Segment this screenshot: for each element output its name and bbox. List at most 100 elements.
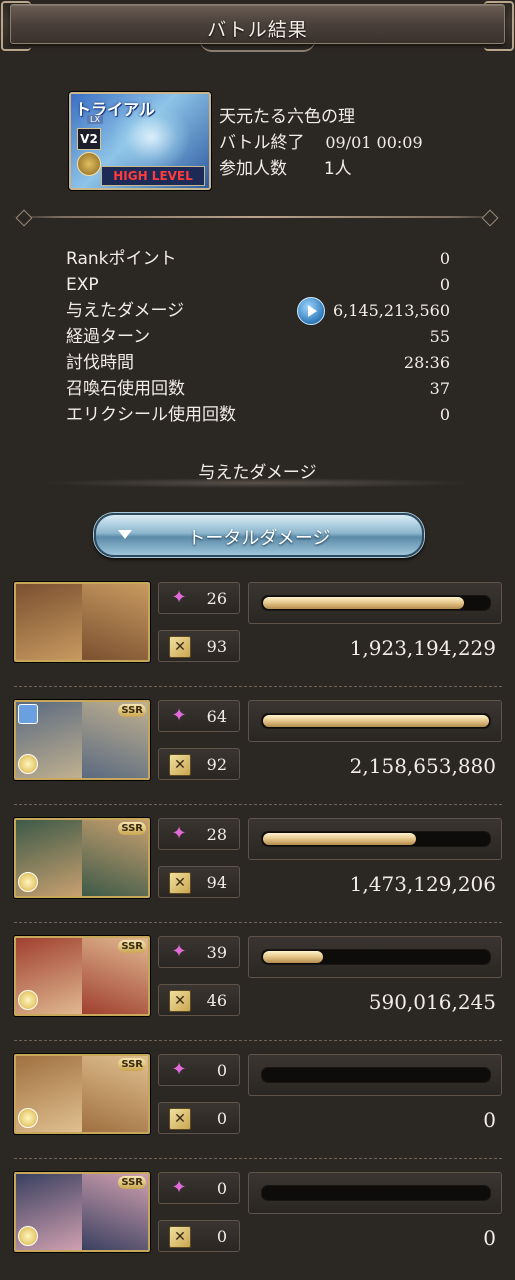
crossed-swords-icon: ✕: [169, 1226, 191, 1248]
stat-value: 0: [439, 405, 450, 424]
damage-bar: [248, 818, 502, 860]
stat-value: 55: [429, 327, 450, 346]
banner-v2-label: V2: [77, 128, 101, 150]
battle-end-value: 09/01 00:09: [325, 133, 423, 152]
stat-row-damage: 与えたダメージ 6,145,213,560: [66, 297, 450, 325]
element-icon: [18, 872, 38, 892]
star-icon: ✦: [171, 1177, 187, 1198]
stat-value: 0: [439, 275, 450, 294]
crossed-swords-icon: ✕: [169, 754, 191, 776]
stat-value: 0: [439, 249, 450, 268]
badge-icon: [77, 152, 101, 176]
star-stat: ✦ 28: [158, 818, 240, 850]
character-portrait[interactable]: SSR: [14, 1172, 150, 1252]
crossed-swords-icon: ✕: [169, 990, 191, 1012]
damage-value: 1,923,194,229: [349, 636, 496, 660]
rarity-badge: SSR: [118, 822, 146, 835]
star-icon: ✦: [171, 705, 187, 726]
row-separator: [14, 922, 502, 923]
quest-banner[interactable]: トライアル LX V2 HIGH LEVEL: [69, 92, 211, 190]
participants-label: 参加人数: [219, 159, 287, 179]
play-icon[interactable]: [296, 297, 325, 325]
header-ornament: [200, 40, 315, 52]
character-portrait[interactable]: SSR: [14, 936, 150, 1016]
stat-label: 召喚石使用回数: [66, 379, 185, 399]
damage-bar-track: [261, 1067, 491, 1083]
rarity-badge: SSR: [118, 1176, 146, 1189]
damage-value: 0: [483, 1226, 496, 1250]
damage-value: 2,158,653,880: [349, 754, 496, 778]
cross-count: 0: [216, 1227, 227, 1246]
character-portrait[interactable]: SSR: [14, 1054, 150, 1134]
character-row: SSR ✦ 28 ✕ 94 1,473,129,206: [14, 818, 502, 918]
banner-lx-label: LX: [87, 115, 103, 124]
stats-table: Rankポイント 0 EXP 0 与えたダメージ 6,145,213,560 経…: [66, 246, 450, 428]
battle-end-label: バトル終了: [219, 133, 305, 153]
stat-label: Rankポイント: [66, 249, 177, 269]
star-icon: ✦: [171, 1059, 187, 1080]
quest-info: 天元たる六色の理 バトル終了 09/01 00:09 参加人数 1人: [219, 104, 423, 182]
cross-count: 0: [216, 1109, 227, 1128]
dropdown-label: トータルダメージ: [187, 528, 331, 549]
star-stat: ✦ 26: [158, 582, 240, 614]
row-separator: [14, 1158, 502, 1159]
row-separator: [14, 804, 502, 805]
character-row: ✦ 26 ✕ 93 1,923,194,229: [14, 582, 502, 682]
damage-value: 590,016,245: [368, 990, 496, 1014]
stat-label: EXP: [66, 275, 99, 295]
damage-bar-track: [261, 713, 491, 729]
total-damage-dropdown[interactable]: トータルダメージ: [94, 513, 424, 557]
row-separator: [14, 1040, 502, 1041]
damage-bar-track: [261, 831, 491, 847]
star-count: 26: [206, 589, 227, 608]
damage-bar: [248, 1054, 502, 1096]
cross-count: 46: [206, 991, 227, 1010]
battle-end-row: バトル終了 09/01 00:09: [219, 130, 423, 156]
damage-bar: [248, 1172, 502, 1214]
stat-row-rank: Rankポイント 0: [66, 246, 450, 272]
star-stat: ✦ 0: [158, 1172, 240, 1204]
stat-value: 37: [429, 379, 450, 398]
cross-stat: ✕ 0: [158, 1102, 240, 1134]
stat-row-time: 討伐時間 28:36: [66, 350, 450, 376]
rarity-badge: SSR: [118, 940, 146, 953]
element-icon: [18, 754, 38, 774]
character-portrait[interactable]: SSR: [14, 818, 150, 898]
star-count: 39: [206, 943, 227, 962]
divider-cap: [481, 209, 499, 227]
stat-value: 28:36: [403, 353, 450, 372]
damage-bar-track: [261, 595, 491, 611]
cross-stat: ✕ 0: [158, 1220, 240, 1252]
element-icon: [18, 990, 38, 1010]
star-count: 0: [216, 1179, 227, 1198]
star-stat: ✦ 39: [158, 936, 240, 968]
divider: [12, 209, 502, 227]
character-row: SSR ✦ 0 ✕ 0 0: [14, 1054, 502, 1154]
cross-count: 93: [206, 637, 227, 656]
stat-row-exp: EXP 0: [66, 272, 450, 298]
damage-bar-fill: [263, 597, 464, 609]
star-stat: ✦ 0: [158, 1054, 240, 1086]
character-row: SSR ✦ 0 ✕ 0 0: [14, 1172, 502, 1272]
participants-row: 参加人数 1人: [219, 156, 423, 182]
character-row: SSR ✦ 39 ✕ 46 590,016,245: [14, 936, 502, 1036]
stat-value: 6,145,213,560: [332, 301, 450, 320]
row-separator: [14, 686, 502, 687]
damage-bar: [248, 700, 502, 742]
banner-level-label: HIGH LEVEL: [101, 166, 205, 186]
portrait-art: [16, 584, 82, 660]
cross-count: 92: [206, 755, 227, 774]
crossed-swords-icon: ✕: [169, 1108, 191, 1130]
damage-bar-fill: [263, 951, 323, 963]
rarity-badge: SSR: [118, 1058, 146, 1071]
cross-count: 94: [206, 873, 227, 892]
character-portrait[interactable]: [14, 582, 150, 662]
stat-label: 討伐時間: [66, 353, 134, 373]
character-portrait[interactable]: SSR: [14, 700, 150, 780]
stat-label: エリクシール使用回数: [66, 405, 236, 425]
star-stat: ✦ 64: [158, 700, 240, 732]
rarity-badge: SSR: [118, 704, 146, 717]
stat-row-turns: 経過ターン 55: [66, 324, 450, 350]
character-row: SSR ✦ 64 ✕ 92 2,158,653,880: [14, 700, 502, 800]
damage-value: 0: [483, 1108, 496, 1132]
